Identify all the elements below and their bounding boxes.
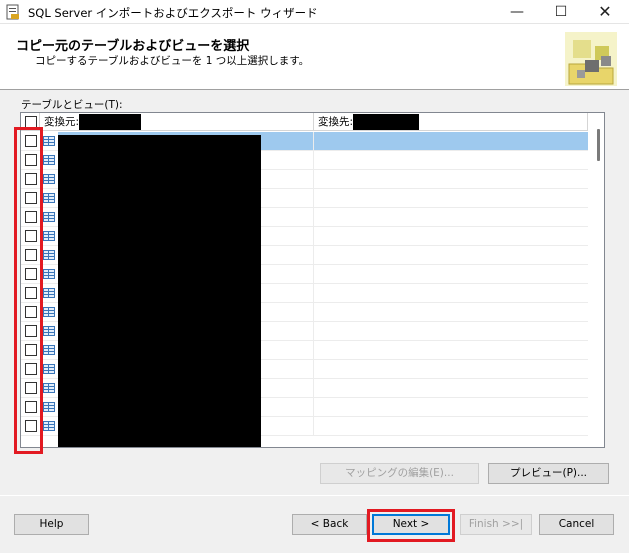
footer-separator [0,495,629,496]
table-icon [43,421,55,431]
finish-button[interactable]: Finish >>| [460,514,532,535]
source-server-redaction [79,114,142,130]
destination-cell[interactable] [314,417,588,435]
next-button-highlight [367,509,455,542]
table-icon [43,307,55,317]
destination-cell[interactable] [314,246,588,264]
tables-views-grid[interactable]: 変換元: 変換先: [20,112,605,448]
destination-cell[interactable] [314,132,588,150]
column-header-source[interactable]: 変換元: [40,113,314,131]
grid-header: 変換元: 変換先: [21,113,604,131]
table-icon [43,212,55,222]
wizard-header: コピー元のテーブルおよびビューを選択 コピーするテーブルおよびビューを 1 つ以… [0,24,629,90]
table-icon [43,383,55,393]
checkbox-column-highlight [14,127,43,454]
destination-server-redaction [353,114,420,130]
destination-cell[interactable] [314,208,588,226]
table-icon [43,402,55,412]
cancel-button[interactable]: Cancel [539,514,614,535]
table-icon [43,288,55,298]
destination-cell[interactable] [314,379,588,397]
destination-cell[interactable] [314,170,588,188]
table-names-redaction [58,135,261,447]
title-bar: SQL Server インポートおよびエクスポート ウィザード — ☐ ✕ [0,0,629,24]
destination-cell[interactable] [314,151,588,169]
table-icon [43,193,55,203]
table-icon [43,269,55,279]
destination-header-label: 変換先: [318,116,354,128]
table-icon [43,345,55,355]
wizard-graphic-icon [565,32,617,86]
scrollbar-thumb[interactable] [597,129,600,161]
table-icon [43,326,55,336]
destination-cell[interactable] [314,265,588,283]
maximize-button[interactable]: ☐ [539,0,583,24]
destination-cell[interactable] [314,284,588,302]
destination-cell[interactable] [314,360,588,378]
back-button[interactable]: < Back [292,514,367,535]
vertical-scrollbar[interactable] [588,113,604,447]
destination-cell[interactable] [314,398,588,416]
window-title: SQL Server インポートおよびエクスポート ウィザード [28,6,318,20]
table-icon [43,231,55,241]
preview-button[interactable]: プレビュー(P)... [488,463,609,484]
destination-cell[interactable] [314,189,588,207]
help-button[interactable]: Help [14,514,89,535]
page-title: コピー元のテーブルおよびビューを選択 [16,39,250,54]
table-icon [43,136,55,146]
source-header-label: 変換元: [44,116,80,128]
close-button[interactable]: ✕ [583,0,627,24]
destination-cell[interactable] [314,322,588,340]
minimize-button[interactable]: — [495,0,539,24]
column-header-destination[interactable]: 変換先: [314,113,588,131]
edit-mappings-button[interactable]: マッピングの編集(E)... [320,463,479,484]
table-icon [43,250,55,260]
destination-cell[interactable] [314,303,588,321]
destination-cell[interactable] [314,341,588,359]
page-subtitle: コピーするテーブルおよびビューを 1 つ以上選択します。 [35,55,310,67]
destination-cell[interactable] [314,227,588,245]
app-icon [6,4,19,20]
grid-label: テーブルとビュー(T): [21,99,123,111]
table-icon [43,174,55,184]
table-icon [43,364,55,374]
table-icon [43,155,55,165]
